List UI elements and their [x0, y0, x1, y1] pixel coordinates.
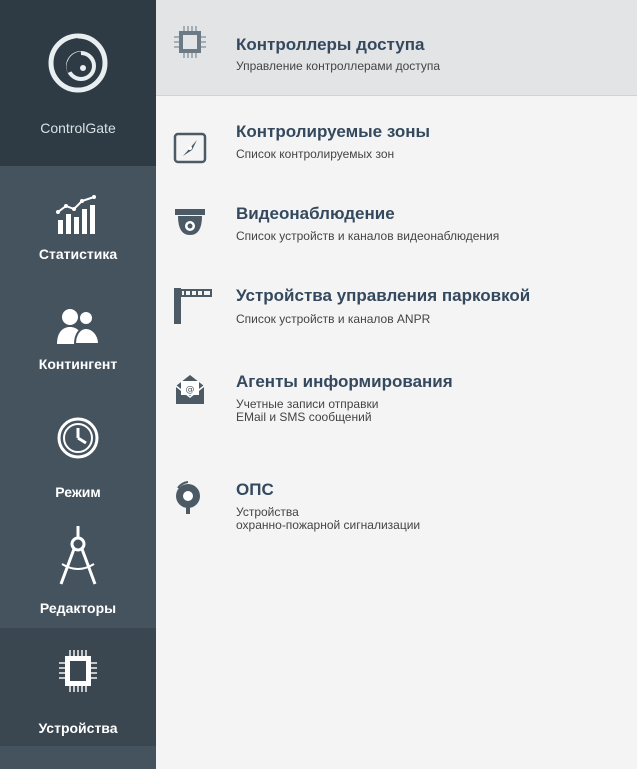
- sidebar: ControlGate Статистика Контингент Режим …: [0, 0, 156, 769]
- bar-chart-icon: [56, 195, 96, 234]
- app-name: ControlGate: [40, 120, 116, 136]
- item-title: Устройства управления парковкой: [236, 286, 531, 305]
- sidebar-item-label: Статистика: [38, 246, 118, 262]
- sidebar-item-editors[interactable]: Редакторы: [0, 510, 156, 628]
- svg-text:@: @: [186, 385, 195, 395]
- item-subtitle: Список контролируемых зон: [236, 147, 395, 161]
- item-subtitle: Список устройств и каналов видеонаблюден…: [236, 229, 500, 243]
- list-item-access-controllers[interactable]: Контроллеры доступа Управление контролле…: [156, 0, 637, 96]
- sidebar-item-mode[interactable]: Режим: [0, 390, 156, 510]
- devices-list: Контроллеры доступа Управление контролле…: [156, 0, 637, 769]
- mail-icon: @: [175, 375, 205, 404]
- item-subtitle: Управление контроллерами доступа: [236, 59, 441, 73]
- compass-icon: [173, 132, 207, 164]
- list-item-video-surveillance[interactable]: Видеонаблюдение Список устройств и канал…: [156, 185, 637, 265]
- sidebar-item-statistics[interactable]: Статистика: [0, 166, 156, 270]
- sidebar-item-label: Контингент: [38, 356, 118, 372]
- item-title: ОПС: [236, 480, 274, 499]
- item-title: Агенты информирования: [236, 372, 453, 391]
- item-title: Видеонаблюдение: [236, 204, 395, 223]
- sidebar-item-label: Режим: [55, 484, 101, 500]
- compass-icon: [59, 526, 97, 585]
- sidebar-item-label: Устройства: [38, 720, 118, 736]
- alarm-bell-icon: [176, 481, 200, 514]
- chip-icon: [59, 650, 97, 692]
- item-title: Контролируемые зоны: [236, 122, 431, 141]
- camera-icon: [175, 209, 205, 235]
- item-subtitle-line2: охранно-пожарной сигнализации: [236, 518, 421, 532]
- item-subtitle: Список устройств и каналов ANPR: [236, 312, 431, 326]
- list-item-notification-agents[interactable]: @ Агенты информирования Учетные записи о…: [156, 352, 637, 452]
- controlgate-logo-icon: [48, 33, 108, 93]
- item-subtitle-line2: EMail и SMS сообщений: [236, 410, 372, 424]
- barrier-icon: [174, 288, 212, 324]
- sidebar-item-contingent[interactable]: Контингент: [0, 270, 156, 390]
- item-title: Контроллеры доступа: [236, 35, 425, 54]
- sidebar-item-devices[interactable]: Устройства: [0, 628, 156, 746]
- sidebar-bottom-strip: [0, 746, 156, 769]
- list-item-fire-alarm[interactable]: ОПС Устройства охранно-пожарной сигнализ…: [156, 460, 637, 560]
- chip-icon: [174, 26, 206, 58]
- people-icon: [57, 309, 101, 345]
- list-item-controlled-zones[interactable]: Контролируемые зоны Список контролируемы…: [156, 100, 637, 180]
- sidebar-item-label: Редакторы: [39, 600, 117, 616]
- list-item-parking-control[interactable]: Устройства управления парковкой Список у…: [156, 268, 637, 348]
- app-logo-block: ControlGate: [0, 0, 156, 166]
- clock-icon: [57, 417, 99, 459]
